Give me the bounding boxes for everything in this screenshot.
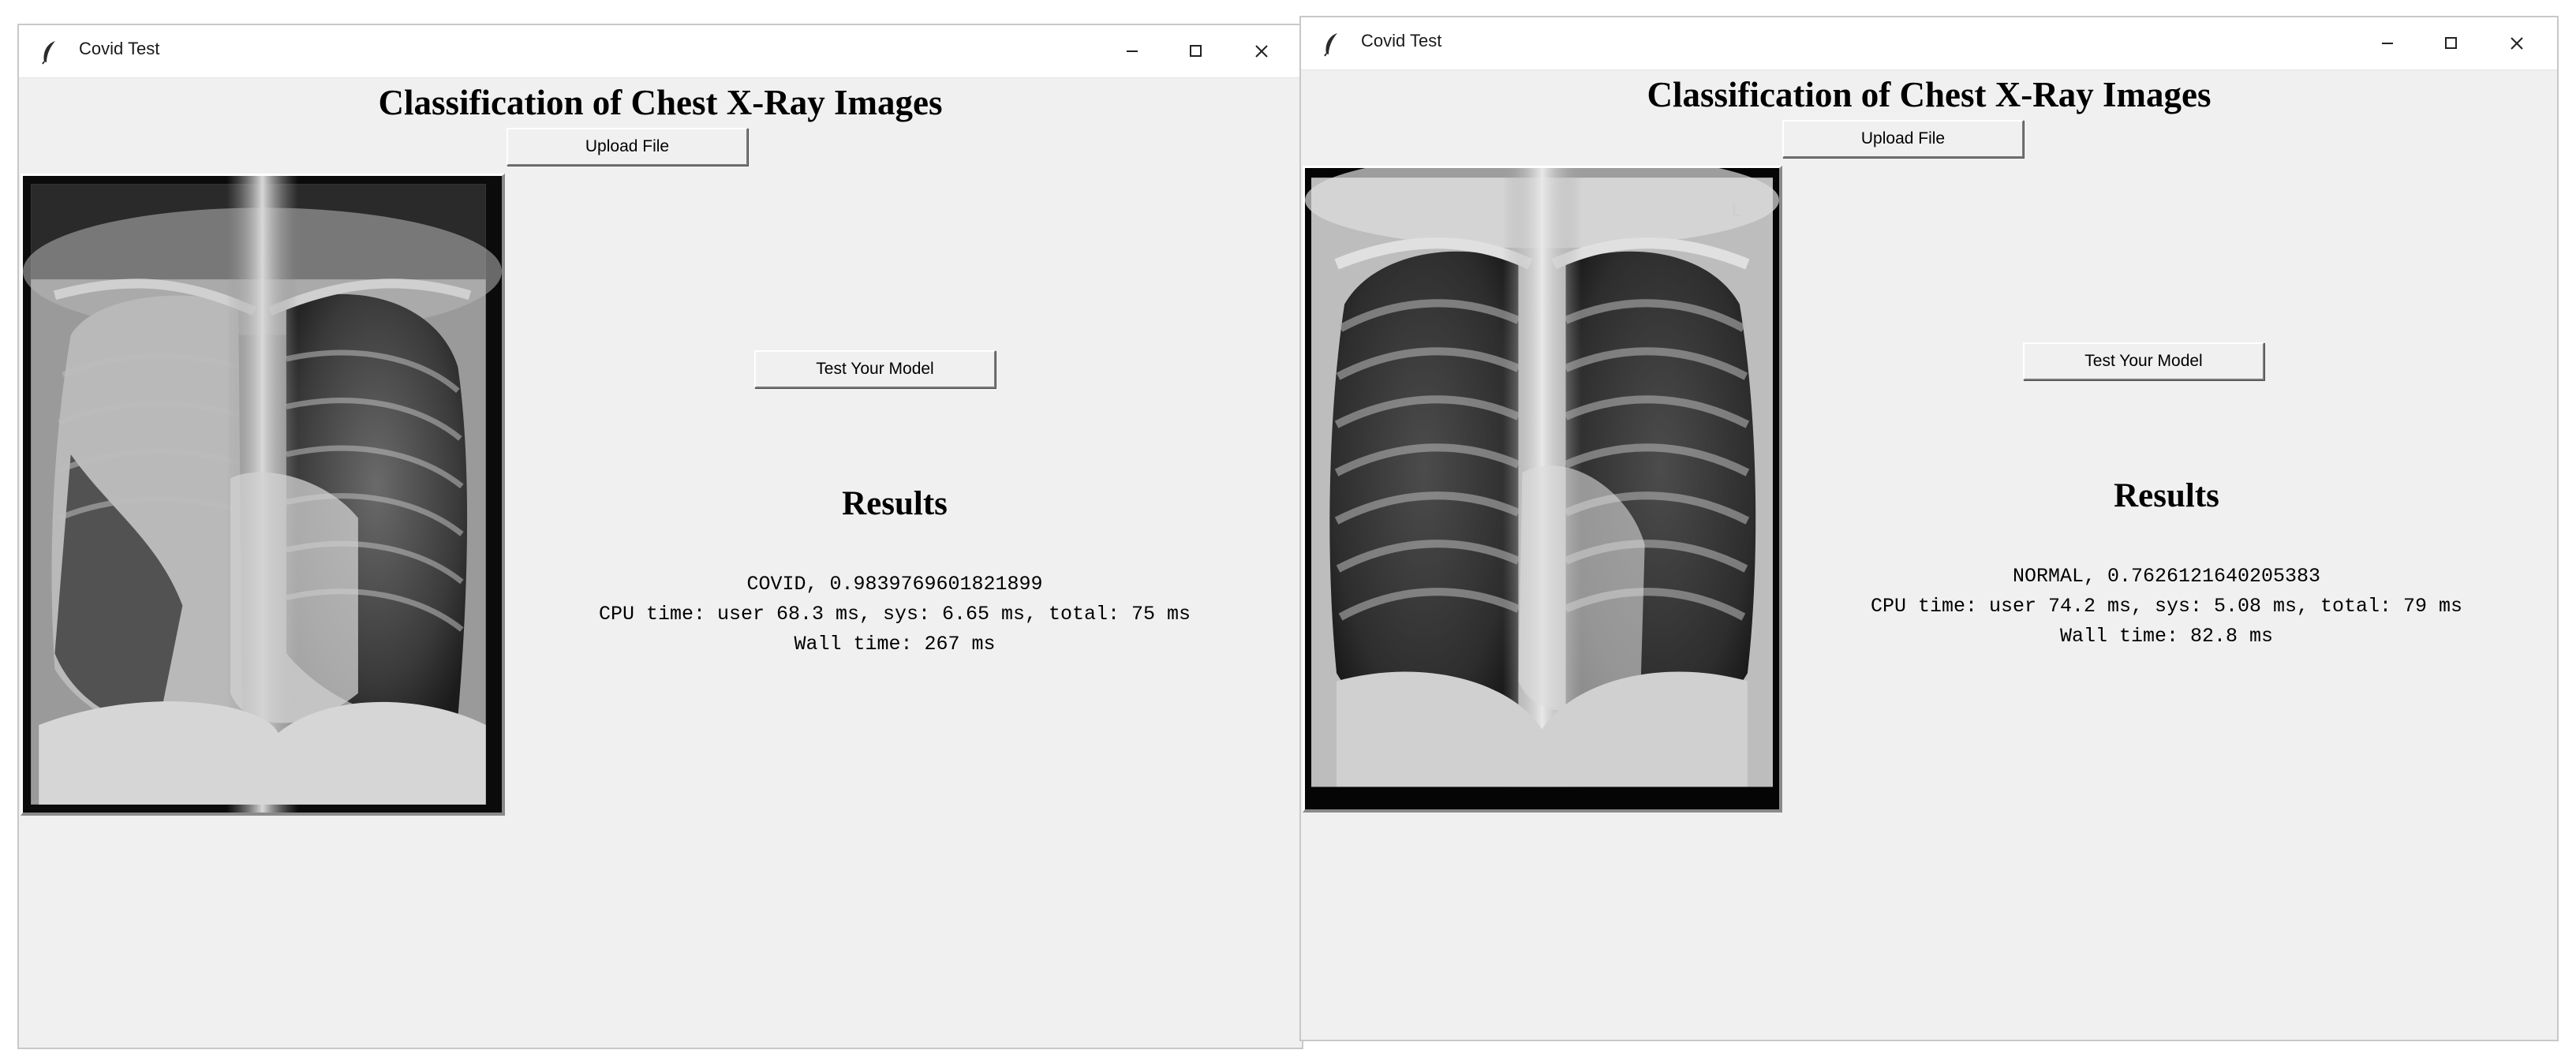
maximize-icon[interactable] xyxy=(1182,38,1209,65)
close-icon[interactable] xyxy=(2503,30,2530,57)
title-bar[interactable]: Covid Test xyxy=(19,25,1302,78)
test-model-button[interactable]: Test Your Model xyxy=(754,350,996,388)
title-bar[interactable]: Covid Test xyxy=(1301,17,2557,70)
prediction-text: COVID, 0.9839769601821899 xyxy=(746,573,1043,596)
xray-image-normal: L xyxy=(1303,166,1782,813)
window-title: Covid Test xyxy=(1361,31,1442,50)
cpu-time-text: CPU time: user 74.2 ms, sys: 5.08 ms, to… xyxy=(1870,595,2463,618)
test-model-button[interactable]: Test Your Model xyxy=(2023,342,2264,380)
cpu-time-text: CPU time: user 68.3 ms, sys: 6.65 ms, to… xyxy=(598,603,1191,626)
feather-icon xyxy=(1324,33,1337,57)
minimize-icon[interactable] xyxy=(2374,30,2401,57)
covid-test-window-left: Covid Test Classification of Chest X-Ray… xyxy=(17,24,1303,1049)
window-title: Covid Test xyxy=(79,39,160,58)
upload-file-button[interactable]: Upload File xyxy=(1782,120,2024,158)
results-heading: Results xyxy=(2114,477,2219,514)
xray-image-covid xyxy=(21,174,505,816)
prediction-text: NORMAL, 0.7626121640205383 xyxy=(2012,565,2321,588)
page-title: Classification of Chest X-Ray Images xyxy=(378,83,943,122)
upload-file-button[interactable]: Upload File xyxy=(507,128,748,166)
xray-marker-label: L xyxy=(1732,200,1742,221)
covid-test-window-right: Covid Test Classification of Chest X-Ray… xyxy=(1299,16,2559,1041)
results-heading: Results xyxy=(842,485,948,522)
wall-time-text: Wall time: 82.8 ms xyxy=(2059,625,2274,648)
wall-time-text: Wall time: 267 ms xyxy=(794,633,996,656)
minimize-icon[interactable] xyxy=(1119,38,1146,65)
page-title: Classification of Chest X-Ray Images xyxy=(1647,75,2211,114)
feather-icon xyxy=(42,41,55,65)
close-icon[interactable] xyxy=(1248,38,1275,65)
maximize-icon[interactable] xyxy=(2437,30,2464,57)
